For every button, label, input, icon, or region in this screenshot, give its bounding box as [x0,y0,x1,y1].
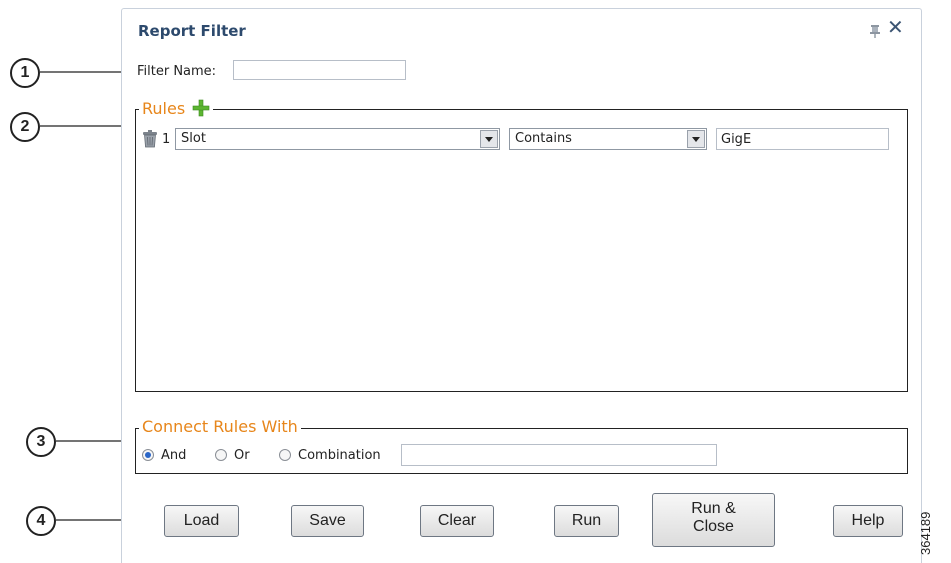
rule-operator-select[interactable]: Contains [509,128,707,150]
dialog-title: Report Filter [138,22,246,40]
figure-number: 364189 [918,511,933,555]
radio-or[interactable] [215,449,227,461]
radio-or-label: Or [234,448,250,463]
trash-icon[interactable] [142,130,158,148]
rule-field-select[interactable]: Slot [175,128,500,150]
callout-3-number: 3 [26,427,56,457]
clear-button[interactable]: Clear [420,505,494,537]
callout-1-number: 1 [10,58,40,88]
run-close-button[interactable]: Run & Close [652,493,775,547]
filter-name-input[interactable] [233,60,406,80]
rule-number: 1 [162,132,171,147]
save-button[interactable]: Save [291,505,364,537]
run-close-line-2: Close [693,518,734,535]
run-close-line-1: Run & [691,500,736,517]
rules-legend-label: Rules [142,99,186,118]
rule-operator-value: Contains [515,131,572,146]
rule-field-value: Slot [181,131,206,146]
chevron-down-icon[interactable] [480,130,498,148]
radio-and[interactable] [142,449,154,461]
run-button[interactable]: Run [554,505,619,537]
help-button[interactable]: Help [833,505,903,537]
callout-2-number: 2 [10,112,40,142]
filter-name-label: Filter Name: [137,64,217,79]
rules-legend: Rules [139,99,214,118]
radio-and-label: And [161,448,187,463]
radio-combination-label: Combination [298,448,381,463]
plus-icon[interactable] [192,99,210,117]
rules-group [135,109,908,392]
callout-4-number: 4 [26,506,56,536]
load-button[interactable]: Load [164,505,239,537]
pin-icon[interactable] [868,24,882,38]
rule-value-input[interactable] [716,128,889,150]
combination-input[interactable] [401,444,717,466]
chevron-down-icon[interactable] [687,130,705,148]
connect-rules-legend: Connect Rules With [139,417,301,436]
radio-combination[interactable] [279,449,291,461]
close-icon[interactable]: ✕ [887,18,904,38]
